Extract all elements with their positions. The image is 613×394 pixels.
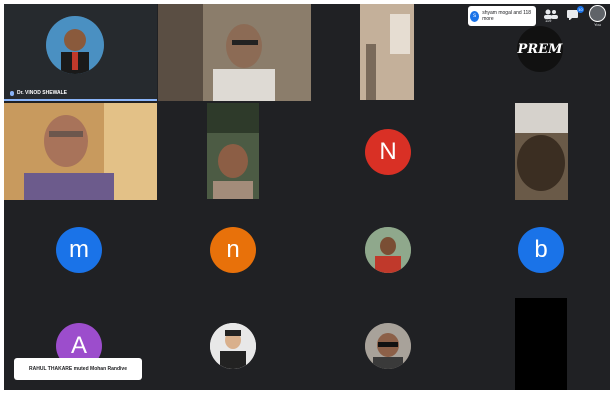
video-feed — [360, 4, 414, 100]
profile-photo — [210, 323, 256, 369]
avatar: s — [470, 10, 480, 22]
avatar-letter[interactable]: b — [518, 227, 564, 273]
avatar-initial: A — [70, 332, 87, 359]
meeting-top-bar: s shyam mogal and 118 more 119 10 You — [468, 4, 610, 28]
avatar-photo[interactable] — [365, 323, 411, 369]
avatar-initial: m — [69, 236, 89, 263]
people-button[interactable]: 119 — [543, 7, 559, 25]
profile-photo — [46, 16, 104, 74]
avatar-initial: N — [379, 138, 397, 165]
people-count: 119 — [545, 18, 552, 23]
avatar-letter[interactable]: n — [210, 227, 256, 273]
avatar: PREM — [517, 26, 563, 72]
self-avatar — [589, 5, 606, 22]
chat-badge: 10 — [577, 6, 584, 13]
meeting-stage: Dr. VINOD SHEWALE PREM s shyam mogal and… — [4, 4, 610, 390]
profile-photo — [365, 227, 411, 273]
video-feed — [158, 4, 311, 101]
avatar — [46, 16, 104, 74]
participant-tile-video[interactable] — [158, 4, 311, 101]
self-view[interactable]: You — [589, 5, 606, 27]
avatar-initial: b — [534, 236, 548, 263]
avatar-letter[interactable]: N — [365, 129, 411, 175]
video-feed — [207, 103, 259, 199]
participant-tile-video[interactable] — [360, 4, 414, 100]
avatar-letter[interactable]: m — [56, 227, 102, 273]
participant-name-tag: Dr. VINOD SHEWALE — [10, 90, 67, 96]
participants-toast[interactable]: s shyam mogal and 118 more — [468, 6, 536, 26]
participants-toast-text: shyam mogal and 118 more — [482, 10, 532, 22]
chat-button[interactable]: 10 — [566, 6, 584, 25]
avatar-photo[interactable] — [210, 323, 256, 369]
participant-tile-video[interactable] — [4, 103, 157, 200]
participant-name: Dr. VINOD SHEWALE — [17, 90, 68, 96]
mute-notification-toast: RAHUL THAKARE muted Mohan Randive — [14, 358, 142, 380]
mic-active-icon — [10, 90, 14, 96]
self-view-label: You — [594, 22, 601, 27]
video-feed — [515, 103, 568, 200]
participant-tile-video[interactable] — [515, 103, 568, 200]
participant-tile-video[interactable] — [515, 298, 567, 390]
profile-photo — [365, 323, 411, 369]
participant-tile-vinod[interactable]: Dr. VINOD SHEWALE — [4, 4, 157, 101]
avatar-photo[interactable] — [365, 227, 411, 273]
participant-tile-video[interactable] — [207, 103, 259, 199]
video-feed — [4, 103, 157, 200]
logo-text: PREM — [517, 41, 563, 57]
avatar-initial: n — [226, 236, 240, 263]
